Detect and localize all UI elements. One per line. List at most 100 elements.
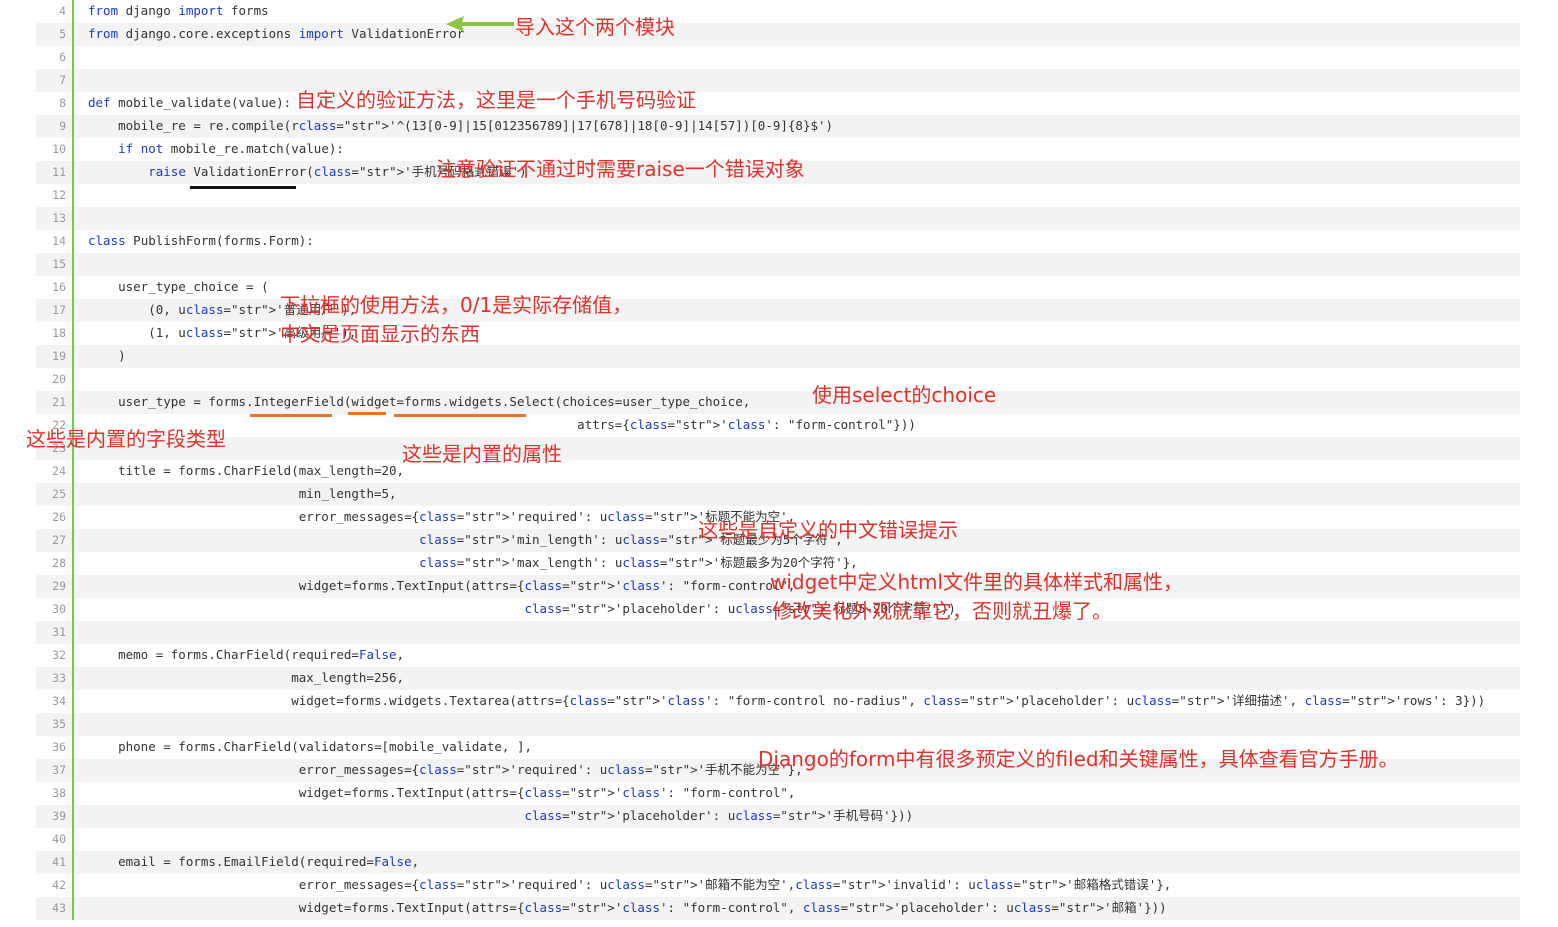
code-text: widget=forms.TextInput(attrs={class="str…	[88, 900, 1167, 915]
line-number: 5	[59, 27, 66, 41]
gutter-bar	[72, 460, 74, 483]
line-number: 6	[59, 50, 66, 64]
gutter-bar	[72, 23, 74, 46]
line-number: 39	[52, 809, 66, 823]
gutter-bar	[72, 552, 74, 575]
code-text: memo = forms.CharField(required=False,	[88, 647, 405, 662]
code-line: 38 widget=forms.TextInput(attrs={class="…	[36, 782, 1520, 805]
code-text: widget=forms.TextInput(attrs={class="str…	[88, 785, 796, 800]
line-number: 37	[52, 763, 66, 777]
code-line: 35	[36, 713, 1520, 736]
code-text: title = forms.CharField(max_length=20,	[88, 463, 405, 478]
gutter-bar	[72, 782, 74, 805]
line-number: 20	[52, 372, 66, 386]
code-line: 13	[36, 207, 1520, 230]
gutter-bar	[72, 69, 74, 92]
select-annotation-line1: 下拉框的使用方法，0/1是实际存储值，	[280, 293, 633, 317]
code-listing: 4 from django import forms 5 from django.co…	[36, 0, 1520, 920]
line-number: 12	[52, 188, 66, 202]
code-line: 7	[36, 69, 1520, 92]
gutter-bar	[72, 575, 74, 598]
code-text: mobile_re = re.compile(rclass="str">'^(1…	[88, 118, 834, 133]
gutter-bar	[72, 368, 74, 391]
builtin-attr-annotation: 这些是内置的属性	[402, 442, 562, 466]
gutter-bar	[72, 713, 74, 736]
code-text: email = forms.EmailField(required=False,	[88, 854, 420, 869]
line-number: 36	[52, 740, 66, 754]
code-line: 20	[36, 368, 1520, 391]
code-line: 40	[36, 828, 1520, 851]
code-line: 42 error_messages={class="str">'required…	[36, 874, 1520, 897]
code-line: 15	[36, 253, 1520, 276]
django-annotation: Django的form中有很多预定义的filed和关键属性，具体查看官方手册。	[758, 747, 1399, 771]
select-annotation-line2: 中文是页面显示的东西	[280, 322, 480, 346]
code-line: 25 min_length=5,	[36, 483, 1520, 506]
gutter-bar	[72, 161, 74, 184]
line-number: 16	[52, 280, 66, 294]
line-number: 14	[52, 234, 66, 248]
line-number: 7	[59, 73, 66, 87]
gutter-bar	[72, 322, 74, 345]
code-line: 19 )	[36, 345, 1520, 368]
line-number: 18	[52, 326, 66, 340]
code-line: 33 max_length=256,	[36, 667, 1520, 690]
line-number: 27	[52, 533, 66, 547]
code-text: error_messages={class="str">'required': …	[88, 877, 1172, 892]
gutter-bar	[72, 345, 74, 368]
validate-annotation: 自定义的验证方法，这里是一个手机号码验证	[296, 88, 696, 112]
line-number: 41	[52, 855, 66, 869]
gutter-bar	[72, 644, 74, 667]
code-line: 24 title = forms.CharField(max_length=20…	[36, 460, 1520, 483]
code-line: 16 user_type_choice = (	[36, 276, 1520, 299]
code-text: min_length=5,	[88, 486, 397, 501]
code-text: user_type = forms.IntegerField(widget=fo…	[88, 394, 751, 409]
code-text: def mobile_validate(value):	[88, 95, 292, 110]
code-line: 41 email = forms.EmailField(required=Fal…	[36, 851, 1520, 874]
line-number: 24	[52, 464, 66, 478]
gutter-bar	[72, 828, 74, 851]
line-number: 19	[52, 349, 66, 363]
gutter-bar	[72, 874, 74, 897]
gutter-bar	[72, 621, 74, 644]
line-number: 30	[52, 602, 66, 616]
gutter-bar	[72, 805, 74, 828]
line-number: 35	[52, 717, 66, 731]
widget-annotation-line2: 修改美化外观就靠它，否则就丑爆了。	[772, 599, 1112, 623]
code-line: 4 from django import forms	[36, 0, 1520, 23]
code-text: if not mobile_re.match(value):	[118, 141, 344, 156]
code-line: 21 user_type = forms.IntegerField(widget…	[36, 391, 1520, 414]
line-number: 8	[59, 96, 66, 110]
line-number: 42	[52, 878, 66, 892]
gutter-bar	[72, 230, 74, 253]
gutter-bar	[72, 506, 74, 529]
code-text: phone = forms.CharField(validators=[mobi…	[88, 739, 533, 754]
gutter-bar	[72, 46, 74, 69]
line-number: 31	[52, 625, 66, 639]
line-number: 32	[52, 648, 66, 662]
line-number: 17	[52, 303, 66, 317]
gutter-bar	[72, 759, 74, 782]
gutter-bar	[72, 276, 74, 299]
code-line: 17 (0, uclass="str">'普通用户'),	[36, 299, 1520, 322]
gutter-bar	[72, 299, 74, 322]
integerfield-underline	[250, 414, 332, 417]
line-number: 15	[52, 257, 66, 271]
code-line: 6	[36, 46, 1520, 69]
code-line: 22 attrs={class="str">'class': "form-con…	[36, 414, 1520, 437]
gutter-bar	[72, 851, 74, 874]
code-text: widget=forms.widgets.Textarea(attrs={cla…	[88, 693, 1486, 708]
code-text: error_messages={class="str">'required': …	[88, 762, 803, 777]
code-line: 23	[36, 437, 1520, 460]
widget-underline	[348, 412, 386, 415]
line-number: 11	[52, 165, 66, 179]
code-text: error_messages={class="str">'required': …	[88, 509, 796, 524]
code-line: 43 widget=forms.TextInput(attrs={class="…	[36, 897, 1520, 920]
code-text: from django.core.exceptions import Valid…	[88, 26, 465, 41]
gutter-bar	[72, 667, 74, 690]
line-number: 25	[52, 487, 66, 501]
code-text: class="str">'placeholder': uclass="str">…	[524, 808, 914, 823]
widget-annotation-line1: widget中定义html文件里的具体样式和属性，	[770, 570, 1184, 594]
line-number: 28	[52, 556, 66, 570]
code-line: 34 widget=forms.widgets.Textarea(attrs={…	[36, 690, 1520, 713]
code-text: widget=forms.TextInput(attrs={class="str…	[88, 578, 796, 593]
